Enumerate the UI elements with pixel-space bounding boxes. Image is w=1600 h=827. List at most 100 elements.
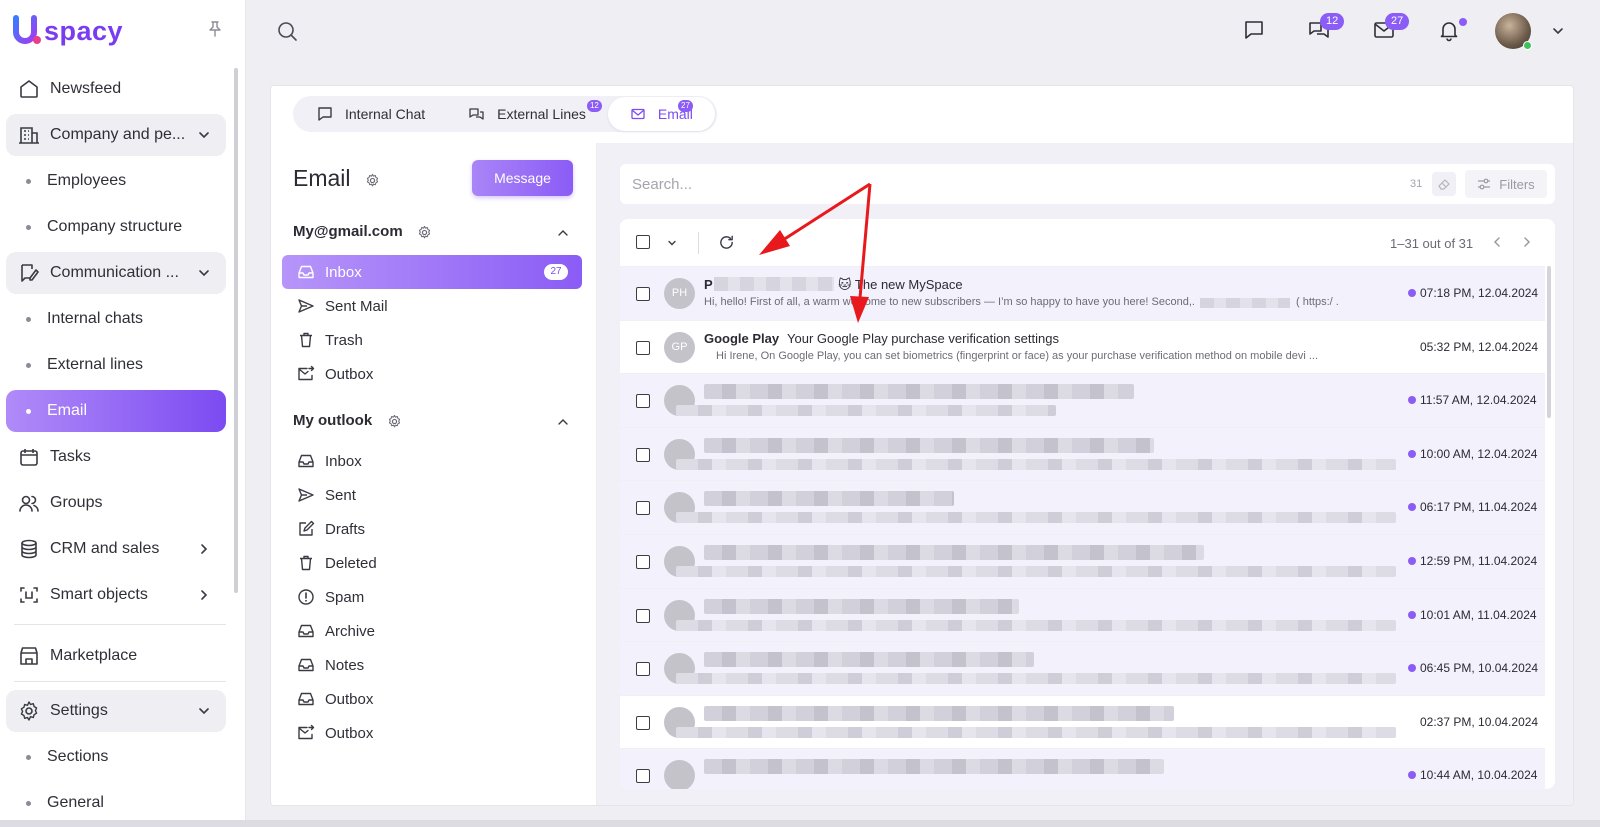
- tab-email[interactable]: Email 27: [607, 97, 715, 131]
- mail-row[interactable]: 06:17 PM, 11.04.2024: [620, 480, 1545, 534]
- chat-icon[interactable]: [1242, 18, 1266, 42]
- sidebar-item-label: Smart objects: [50, 586, 148, 603]
- folder-outlook-inbox[interactable]: Inbox: [282, 444, 582, 478]
- panel-header: Internal Chat External Lines 12 Email 27: [271, 86, 1573, 143]
- chevron-right-icon[interactable]: [1520, 235, 1534, 249]
- folder-label: Deleted: [325, 554, 377, 572]
- row-checkbox[interactable]: [636, 662, 650, 677]
- chevron-left-icon[interactable]: [1490, 235, 1504, 249]
- folder-gmail-outbox[interactable]: Outbox: [282, 357, 582, 391]
- gear-icon[interactable]: [365, 173, 380, 188]
- bullet: [26, 224, 31, 230]
- search-icon[interactable]: [276, 20, 298, 42]
- tab-external-lines[interactable]: External Lines 12: [447, 97, 608, 131]
- row-checkbox[interactable]: [636, 769, 650, 784]
- online-status-dot: [1523, 41, 1532, 50]
- row-checkbox[interactable]: [636, 554, 650, 569]
- sidebar-item-label: Sections: [47, 748, 109, 765]
- sidebar-item-tasks[interactable]: Tasks: [6, 436, 226, 478]
- sidebar-item-company[interactable]: Company and pe...: [6, 114, 226, 156]
- row-checkbox[interactable]: [636, 394, 650, 409]
- mail-row[interactable]: 02:37 PM, 10.04.2024: [620, 694, 1545, 749]
- sidebar-item-crm[interactable]: CRM and sales: [6, 528, 226, 570]
- select-all-checkbox[interactable]: [636, 235, 650, 249]
- mail-row[interactable]: GP Google Play Your Google Play purchase…: [620, 319, 1545, 374]
- folder-outlook-drafts[interactable]: Drafts: [282, 512, 582, 546]
- chats-badge: 12: [1320, 13, 1345, 30]
- sidebar-item-label: Email: [47, 402, 88, 419]
- row-checkbox[interactable]: [636, 501, 650, 516]
- sidebar-item-settings[interactable]: Settings: [6, 690, 226, 732]
- folder-outlook-outbox-2[interactable]: Outbox: [282, 716, 582, 750]
- chevron-down-icon[interactable]: [666, 237, 678, 249]
- folder-badge: 27: [544, 264, 568, 280]
- sidebar-item-newsfeed[interactable]: Newsfeed: [6, 68, 226, 110]
- refresh-icon[interactable]: [718, 234, 735, 251]
- account-gmail-title[interactable]: My@gmail.com: [293, 223, 403, 240]
- bell-icon[interactable]: [1437, 18, 1461, 42]
- chevron-up-icon[interactable]: [557, 416, 569, 428]
- row-checkbox[interactable]: [636, 287, 650, 301]
- sidebar-item-general[interactable]: General: [6, 782, 226, 820]
- search-result-count: 31: [1410, 178, 1423, 190]
- row-checkbox[interactable]: [636, 340, 650, 355]
- row-checkbox[interactable]: [636, 447, 650, 462]
- gear-icon[interactable]: [417, 225, 432, 240]
- sidebar-item-marketplace[interactable]: Marketplace: [6, 635, 226, 677]
- folder-gmail-trash[interactable]: Trash: [282, 323, 582, 357]
- row-checkbox[interactable]: [636, 608, 650, 623]
- mail-row[interactable]: 10:44 AM, 10.04.2024: [620, 748, 1545, 789]
- chevron-down-icon[interactable]: [1550, 23, 1566, 39]
- brand-logo[interactable]: spacy: [12, 14, 123, 48]
- sidebar-item-label: External lines: [47, 356, 144, 373]
- sidebar-item-label: Employees: [47, 172, 127, 189]
- sidebar-item-groups[interactable]: Groups: [6, 482, 226, 524]
- gear-icon[interactable]: [387, 414, 402, 429]
- folder-outlook-sent[interactable]: Sent: [282, 478, 582, 512]
- folder-gmail-sent[interactable]: Sent Mail: [282, 289, 582, 323]
- mail-row[interactable]: 10:01 AM, 11.04.2024: [620, 587, 1545, 642]
- mail-row[interactable]: 10:00 AM, 12.04.2024: [620, 426, 1545, 481]
- folder-outlook-notes[interactable]: Notes: [282, 648, 582, 682]
- new-message-button[interactable]: Message: [472, 160, 573, 196]
- sidebar-divider: [14, 624, 226, 625]
- sliders-icon: [1478, 178, 1491, 190]
- mail-row[interactable]: 06:45 PM, 10.04.2024: [620, 641, 1545, 695]
- sidebar-scrollbar[interactable]: [234, 68, 238, 593]
- pin-icon[interactable]: [206, 20, 224, 38]
- mail-search-input[interactable]: [620, 164, 1400, 204]
- sidebar-item-communication[interactable]: Communication ...: [6, 252, 226, 294]
- row-checkbox[interactable]: [636, 715, 650, 730]
- account-outlook-title[interactable]: My outlook: [293, 412, 372, 429]
- sidebar-item-sections[interactable]: Sections: [6, 736, 226, 778]
- mail-row[interactable]: 12:59 PM, 11.04.2024: [620, 533, 1545, 588]
- mail-row[interactable]: PH P 🐱 The new MySpace Hi, hello! First …: [620, 266, 1545, 320]
- folder-label: Inbox: [325, 263, 362, 281]
- mail-row[interactable]: 11:57 AM, 12.04.2024: [620, 373, 1545, 427]
- folder-outlook-outbox-1[interactable]: Outbox: [282, 682, 582, 716]
- filters-button[interactable]: Filters: [1465, 170, 1547, 198]
- unread-dot: [1408, 556, 1416, 565]
- folder-outlook-spam[interactable]: Spam: [282, 580, 582, 614]
- sidebar-item-company-structure[interactable]: Company structure: [6, 206, 226, 248]
- sidebar-item-smart-objects[interactable]: Smart objects: [6, 574, 226, 616]
- sidebar-item-employees[interactable]: Employees: [6, 160, 226, 202]
- redacted-subject: [704, 759, 1164, 775]
- sidebar-item-external-lines[interactable]: External lines: [6, 344, 226, 386]
- mail-list-scrollbar[interactable]: [1547, 266, 1551, 418]
- mail-badge: 27: [1385, 13, 1410, 30]
- redacted-subject: [704, 491, 954, 507]
- sidebar-item-email[interactable]: Email: [6, 390, 226, 432]
- mail-time: 06:45 PM, 10.04.2024: [1420, 661, 1539, 676]
- chevron-up-icon[interactable]: [557, 227, 569, 239]
- communications-panel: Internal Chat External Lines 12 Email 27…: [270, 85, 1574, 806]
- sidebar-item-internal-chats[interactable]: Internal chats: [6, 298, 226, 340]
- folder-outlook-deleted[interactable]: Deleted: [282, 546, 582, 580]
- bullet: [26, 316, 31, 322]
- clear-search-button[interactable]: [1432, 172, 1456, 196]
- folder-gmail-inbox[interactable]: Inbox 27: [282, 255, 582, 289]
- chevron-down-icon: [199, 270, 209, 277]
- folder-outlook-archive[interactable]: Archive: [282, 614, 582, 648]
- outbox-icon: [298, 365, 315, 381]
- tab-internal-chat[interactable]: Internal Chat: [295, 97, 447, 131]
